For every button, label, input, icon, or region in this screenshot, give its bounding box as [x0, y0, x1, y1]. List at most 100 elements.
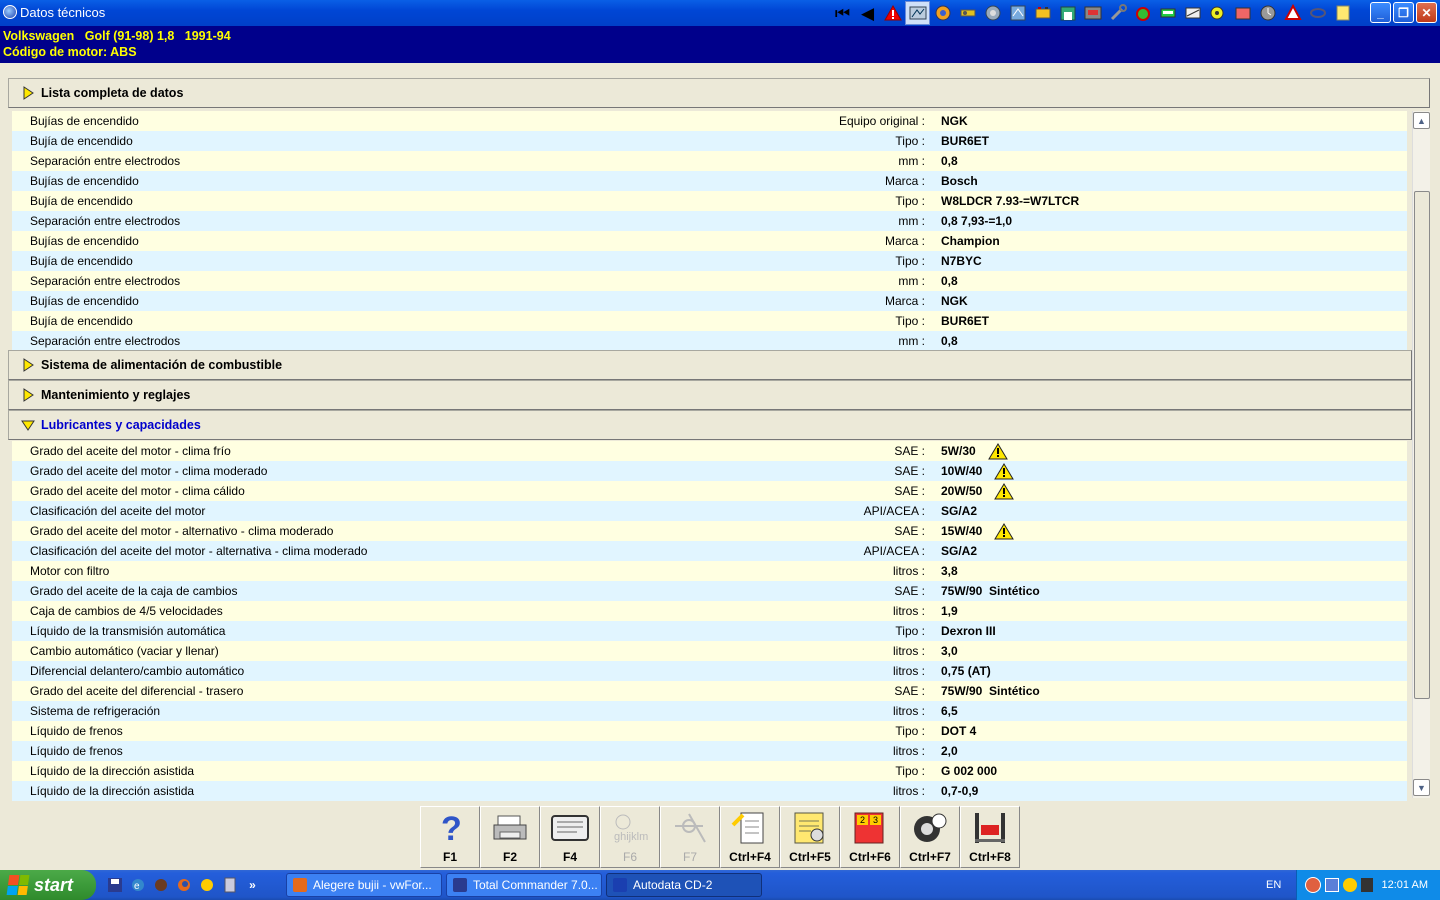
- row-unit: SAE :: [894, 464, 925, 478]
- compass-icon: [670, 810, 710, 846]
- fkey-label: F1: [442, 850, 457, 864]
- fkey-button-ctrl-f7[interactable]: Ctrl+F7: [900, 806, 960, 868]
- fkey-button-ctrl-f5[interactable]: Ctrl+F5: [780, 806, 840, 868]
- close-button[interactable]: ✕: [1416, 2, 1437, 23]
- svg-text:3: 3: [873, 815, 878, 825]
- warning-icon[interactable]: [994, 522, 1015, 540]
- taskbar-button[interactable]: Alegere bujii - vwFor...: [286, 873, 442, 897]
- network-icon[interactable]: [1325, 878, 1339, 892]
- firefox-icon[interactable]: [174, 875, 193, 894]
- messenger-tray-icon[interactable]: [1343, 878, 1357, 892]
- clock-icon[interactable]: [1255, 1, 1280, 25]
- fkey-button-ctrl-f6[interactable]: 2 3 Ctrl+F6: [840, 806, 900, 868]
- tools-icon[interactable]: [955, 1, 980, 25]
- body-icon[interactable]: [1230, 1, 1255, 25]
- taskbar-button-label: Autodata CD-2: [633, 878, 713, 892]
- row-value-cell: 0,8: [931, 274, 958, 288]
- row-value-cell: Dexron III: [931, 624, 996, 638]
- service-icon[interactable]: [1205, 1, 1230, 25]
- section-label: Lubricantes y capacidades: [41, 418, 201, 432]
- media-icon[interactable]: [151, 875, 170, 894]
- diagram-icon[interactable]: [905, 1, 930, 25]
- notes-icon[interactable]: [1330, 1, 1355, 25]
- table-row: Cambio automático (vaciar y llenar) litro…: [12, 641, 1407, 661]
- table-row: Diferencial delantero/cambio automático l…: [12, 661, 1407, 681]
- row-unit: Tipo :: [895, 194, 925, 208]
- section-label: Lista completa de datos: [41, 86, 184, 100]
- calculator-icon[interactable]: [220, 875, 239, 894]
- lift-icon[interactable]: [1080, 1, 1105, 25]
- language-indicator[interactable]: EN: [1266, 879, 1281, 891]
- engine-icon[interactable]: [930, 1, 955, 25]
- tray-arrow-icon[interactable]: [1305, 877, 1321, 893]
- row-value: 2,0: [941, 744, 958, 758]
- row-unit: Tipo :: [895, 724, 925, 738]
- scroll-up-button[interactable]: ▲: [1413, 112, 1430, 129]
- fkey-label: Ctrl+F4: [729, 850, 771, 864]
- warning-icon[interactable]: [994, 482, 1015, 500]
- row-value: 75W/90 Sintético: [941, 584, 1040, 598]
- row-value-cell: N7BYC: [931, 254, 982, 268]
- clock: 12:01 AM: [1381, 879, 1428, 891]
- scrollbar[interactable]: ▲ ▼: [1412, 111, 1430, 798]
- taskbar-button[interactable]: Autodata CD-2: [606, 873, 762, 897]
- row-unit: Marca :: [884, 174, 925, 188]
- row-value: W8LDCR 7.93-=W7LTCR: [941, 194, 1080, 208]
- more-chevron-icon[interactable]: »: [243, 875, 262, 894]
- taskbar-button[interactable]: Total Commander 7.0...: [446, 873, 602, 897]
- row-name: Bujías de encendido: [30, 174, 139, 188]
- wrench-icon[interactable]: [1105, 1, 1130, 25]
- section-fuel[interactable]: Sistema de alimentación de combustible: [8, 350, 1412, 380]
- row-value: 0,8: [941, 154, 958, 168]
- internet-explorer-icon[interactable]: e: [128, 875, 147, 894]
- minimize-button[interactable]: _: [1370, 2, 1391, 23]
- function-key-bar: ? F1 F2 F4 ghijklm F6 F7 Ctrl+F4 Ctrl+F5 2 3 Ctrl+F…: [420, 806, 1020, 868]
- row-name: Bujías de encendido: [30, 234, 139, 248]
- start-button[interactable]: start: [0, 870, 96, 900]
- section-maintenance[interactable]: Mantenimiento y reglajes: [8, 380, 1412, 410]
- fkey-button-ctrl-f4[interactable]: Ctrl+F4: [720, 806, 780, 868]
- row-name: Bujías de encendido: [30, 294, 139, 308]
- section-complete-list[interactable]: Lista completa de datos: [8, 78, 1430, 108]
- save-icon[interactable]: [105, 875, 124, 894]
- fkey-button-f2[interactable]: F2: [480, 806, 540, 868]
- row-name: Cambio automático (vaciar y llenar): [30, 644, 219, 658]
- row-unit: litros :: [892, 644, 925, 658]
- warning-icon[interactable]: [987, 442, 1008, 460]
- row-unit: litros :: [892, 664, 925, 678]
- garage-icon[interactable]: [1055, 1, 1080, 25]
- disc-icon[interactable]: [980, 1, 1005, 25]
- fkey-label: F2: [502, 850, 517, 864]
- map-icon[interactable]: [1005, 1, 1030, 25]
- notes-icon: [790, 810, 830, 846]
- screen-icon: [550, 810, 590, 846]
- row-name: Líquido de frenos: [30, 744, 123, 758]
- kaspersky-icon[interactable]: [1361, 878, 1373, 892]
- row-value-cell: 15W/40: [931, 522, 1015, 540]
- fkey-button-f4[interactable]: F4: [540, 806, 600, 868]
- table-row: Separación entre electrodos mm : 0,8: [12, 271, 1407, 291]
- section-lubricants[interactable]: Lubricantes y capacidades: [8, 410, 1412, 440]
- messenger-icon[interactable]: [197, 875, 216, 894]
- chain-icon[interactable]: [1305, 1, 1330, 25]
- row-value: Dexron III: [941, 624, 996, 638]
- row-value: BUR6ET: [941, 314, 990, 328]
- fkey-button-f1[interactable]: ? F1: [420, 806, 480, 868]
- first-page-icon[interactable]: ⏮: [830, 1, 855, 25]
- restore-button[interactable]: ❐: [1393, 2, 1414, 23]
- row-value: 0,8: [941, 334, 958, 348]
- fkey-button-ctrl-f8[interactable]: Ctrl+F8: [960, 806, 1020, 868]
- row-name: Diferencial delantero/cambio automático: [30, 664, 245, 678]
- warning-icon[interactable]: [994, 462, 1015, 480]
- row-value-cell: 75W/90 Sintético: [931, 584, 1040, 598]
- battery-icon[interactable]: [1030, 1, 1055, 25]
- electrical-icon[interactable]: [1130, 1, 1155, 25]
- warning-icon[interactable]: [880, 1, 905, 25]
- scroll-thumb[interactable]: [1414, 191, 1430, 699]
- car-icon[interactable]: [1155, 1, 1180, 25]
- belt-icon[interactable]: [1180, 1, 1205, 25]
- scroll-down-button[interactable]: ▼: [1413, 779, 1430, 796]
- table-row: Bujías de encendido Marca : Champion: [12, 231, 1407, 251]
- triangle-icon[interactable]: [1280, 1, 1305, 25]
- previous-icon[interactable]: ◀: [855, 1, 880, 25]
